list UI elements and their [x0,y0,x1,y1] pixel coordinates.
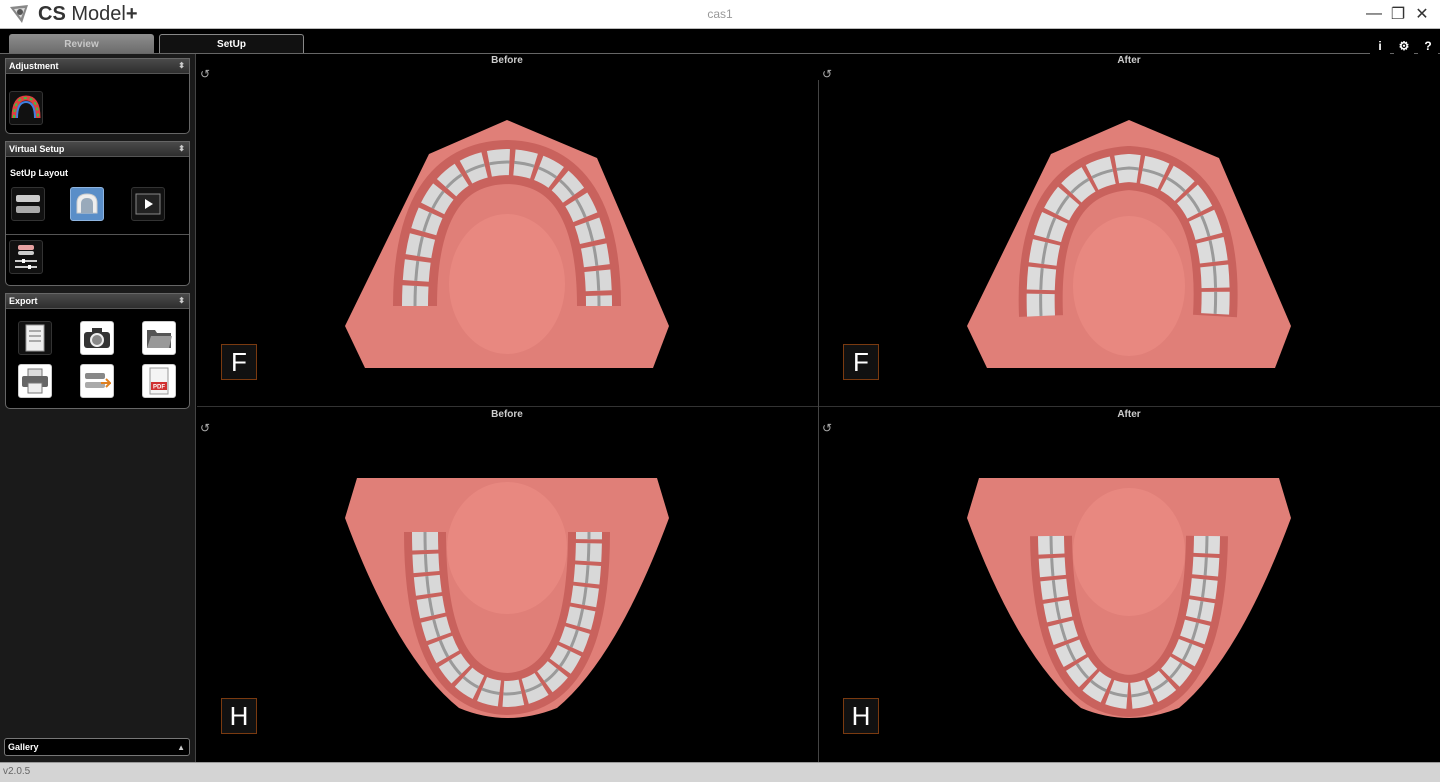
upper-arch-before-model [345,120,669,368]
minimize-button[interactable]: — [1364,5,1384,23]
setup-layout-label: SetUp Layout [10,168,69,178]
camera-icon [84,328,110,348]
status-bar: v2.0.5 [0,762,1440,782]
panel-divider [6,234,189,235]
viewport-lower-after[interactable]: After ↺ H [819,408,1439,760]
collapse-icon[interactable]: ⬍ [178,294,185,308]
export-panel: Export ⬍ PDF [5,293,190,409]
version-label: v2.0.5 [3,766,31,777]
folder-icon [147,330,172,348]
layout-side-view-button[interactable] [11,187,45,221]
gallery-panel-header[interactable]: Gallery ▲ [4,738,190,756]
info-icon[interactable]: i [1370,38,1390,54]
cs-logo-icon [10,5,28,23]
jaw-sliders-icon [15,245,37,269]
adjustment-panel-header[interactable]: Adjustment ⬍ [6,59,189,74]
tab-review[interactable]: Review [9,34,154,54]
report-button[interactable] [18,321,52,355]
settings-icon[interactable]: ⚙ [1394,38,1414,54]
expand-icon[interactable]: ▲ [177,740,185,756]
pdf-icon: PDF [149,367,169,395]
tab-setup[interactable]: SetUp [159,34,304,54]
upper-arch-after-model [967,120,1291,368]
export-panel-header[interactable]: Export ⬍ [6,294,189,309]
viewport-divider-vertical [818,80,819,762]
viewport-lower-before[interactable]: Before ↺ H [197,408,817,760]
document-icon [25,324,45,352]
orientation-indicator: H [843,698,879,734]
orientation-indicator: H [221,698,257,734]
jaw-side-icon [16,195,40,213]
screenshot-button[interactable] [80,321,114,355]
printer-icon [22,368,48,394]
viewport-upper-before[interactable]: Before ↺ F [197,54,817,406]
svg-text:PDF: PDF [153,385,165,391]
export-pdf-button[interactable]: PDF [142,364,176,398]
export-model-button[interactable] [80,364,114,398]
adjustment-panel: Adjustment ⬍ [5,58,190,134]
orientation-indicator: F [221,344,257,380]
film-play-icon [135,193,161,215]
collapse-icon[interactable]: ⬍ [178,59,185,73]
tab-bar: Review SetUp [0,29,1440,54]
restore-button[interactable]: ❐ [1388,5,1408,23]
close-button[interactable]: ✕ [1412,5,1432,23]
print-button[interactable] [18,364,52,398]
dental-arch-icon [11,95,41,119]
setup-adjust-button[interactable] [9,240,43,274]
lower-arch-after-model [967,478,1291,718]
document-title: cas1 [707,7,733,21]
app-name: CS Model+ [38,3,138,25]
virtual-setup-panel-header[interactable]: Virtual Setup ⬍ [6,142,189,157]
lower-arch-before-model [345,478,669,718]
sidebar: Adjustment ⬍ Virtual Setup ⬍ SetUp Layou… [0,54,196,762]
collapse-icon[interactable]: ⬍ [178,142,185,156]
arch-adjustment-button[interactable] [9,91,43,125]
jaw-export-icon [85,373,111,388]
orientation-indicator: F [843,344,879,380]
open-folder-button[interactable] [142,321,176,355]
title-bar: CS Model+ cas1 — ❐ ✕ [0,0,1440,29]
play-animation-button[interactable] [131,187,165,221]
help-icon[interactable]: ? [1418,38,1438,54]
arch-occlusal-icon [76,193,98,214]
viewport-upper-after[interactable]: After ↺ F [819,54,1439,406]
layout-occlusal-view-button[interactable] [70,187,104,221]
virtual-setup-panel: Virtual Setup ⬍ SetUp Layout [5,141,190,286]
